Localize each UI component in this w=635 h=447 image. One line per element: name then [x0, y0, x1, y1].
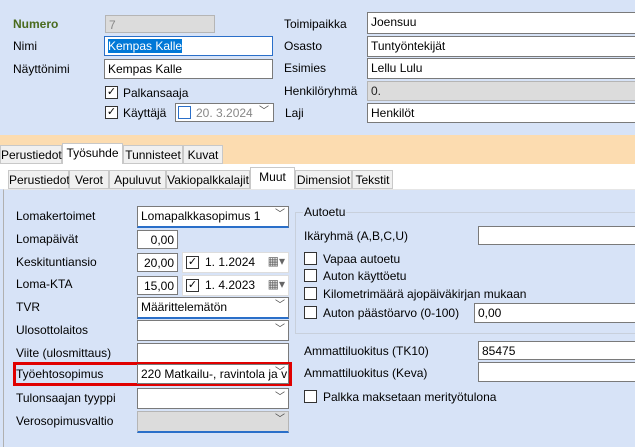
ulosottolaitos-select[interactable]: ﹀	[137, 320, 289, 341]
auton-kayttoetu-label: Auton käyttöetu	[323, 269, 407, 283]
nayttonimi-label: Näyttönimi	[13, 62, 70, 76]
subtab-verot[interactable]: Verot	[69, 170, 109, 189]
kilometrimaara-checkbox[interactable]	[304, 287, 317, 300]
keskituntiansio-field[interactable]: 20,00	[137, 253, 178, 272]
tab-tunnisteet[interactable]: Tunnisteet	[123, 145, 183, 164]
tyoehtosopimus-label: Työehtosopimus	[16, 367, 104, 381]
palkansaaja-label: Palkansaaja	[123, 86, 189, 100]
ulosottolaitos-label: Ulosottolaitos	[16, 323, 89, 337]
chevron-down-icon: ﹀	[275, 324, 285, 335]
merityotulo-label: Palkka maksetaan merityötulona	[323, 390, 497, 404]
keskituntiansio-date: 1. 1.2024	[205, 255, 256, 269]
lomakertoimet-select[interactable]: Lomapalkkasopimus 1 ﹀	[137, 206, 289, 228]
osasto-field[interactable]: Tuntyöntekijät	[367, 36, 635, 57]
subtab-muut[interactable]: Muut	[250, 167, 295, 189]
tulonsaajan-label: Tulonsaajan tyyppi	[16, 391, 116, 405]
autoetu-title: Autoetu	[303, 205, 347, 219]
tk10-field[interactable]: 85475	[478, 341, 635, 360]
lomakta-field[interactable]: 15,00	[137, 276, 178, 295]
keskituntiansio-date-picker[interactable]: ✓ 1. 1.2024 ▦▾	[182, 252, 289, 273]
kayttaja-checkbox[interactable]: ✓	[105, 106, 118, 119]
lomakta-date-checkbox[interactable]: ✓	[186, 279, 199, 292]
merityotulo-checkbox[interactable]	[304, 390, 317, 403]
subtab-dimensiot[interactable]: Dimensiot	[295, 170, 352, 189]
paastoarvo-field[interactable]: 0,00	[474, 303, 635, 323]
tvr-value: Määrittelemätön	[141, 300, 228, 314]
verosopimusvaltio-select: ﹀	[137, 411, 289, 433]
date-enable-checkbox[interactable]	[178, 106, 191, 119]
tvr-select[interactable]: Määrittelemätön ﹀	[137, 297, 289, 319]
lomakertoimet-label: Lomakertoimet	[16, 209, 96, 223]
numero-label: Numero	[13, 17, 59, 31]
chevron-down-icon: ﹀	[275, 300, 285, 311]
keva-label: Ammattiluokitus (Keva)	[304, 366, 428, 380]
tab-tyosuhde[interactable]: Työsuhde	[62, 143, 123, 164]
tulonsaajan-select[interactable]: ﹀	[137, 388, 289, 409]
esimies-field[interactable]: Lellu Lulu	[367, 58, 635, 79]
chevron-down-icon: ﹀	[275, 367, 285, 378]
osasto-label: Osasto	[284, 39, 323, 53]
vapaa-autoetu-checkbox[interactable]	[304, 252, 317, 265]
laji-label: Laji	[285, 106, 304, 120]
lomakertoimet-value: Lomapalkkasopimus 1	[141, 209, 261, 223]
palkansaaja-checkbox[interactable]: ✓	[105, 86, 118, 99]
kayttaja-date-picker[interactable]: 20. 3.2024 ﹀	[175, 103, 274, 122]
chevron-down-icon: ﹀	[259, 106, 269, 117]
toimipaikka-label: Toimipaikka	[284, 17, 347, 31]
tab-perustiedot[interactable]: Perustiedot	[0, 145, 62, 164]
verosopimusvaltio-label: Verosopimusvaltio	[16, 414, 114, 428]
kilometrimaara-label: Kilometrimäärä ajopäiväkirjan mukaan	[323, 287, 527, 301]
chevron-down-icon: ﹀	[275, 414, 285, 425]
subtab-apuluvut[interactable]: Apuluvut	[109, 170, 166, 189]
ikaryhma-field[interactable]	[478, 226, 635, 245]
viite-field[interactable]	[137, 343, 289, 364]
tk10-label: Ammattiluokitus (TK10)	[304, 344, 429, 358]
keskituntiansio-date-checkbox[interactable]: ✓	[186, 256, 199, 269]
auton-kayttoetu-checkbox[interactable]	[304, 269, 317, 282]
numero-field: 7	[105, 15, 215, 33]
henkiloryhma-label: Henkilöryhmä	[284, 84, 358, 98]
kayttaja-label: Käyttäjä	[123, 106, 167, 120]
viite-label: Viite (ulosmittaus)	[16, 346, 112, 360]
henkiloryhma-field: 0.	[367, 81, 635, 101]
lomakta-date: 1. 4.2023	[205, 278, 256, 292]
calendar-icon[interactable]: ▦▾	[268, 253, 285, 269]
tyoehtosopimus-select[interactable]: 220 Matkailu-, ravintola ja v ﹀	[137, 364, 289, 384]
calendar-icon[interactable]: ▦▾	[268, 276, 285, 292]
chevron-down-icon: ﹀	[275, 209, 285, 220]
lomapaivat-field[interactable]: 0,00	[137, 230, 178, 249]
vapaa-autoetu-label: Vapaa autoetu	[323, 252, 401, 266]
subtab-vakiopalkkalajit[interactable]: Vakiopalkkalajit	[166, 170, 250, 189]
toimipaikka-field[interactable]: Joensuu	[367, 12, 635, 34]
tab-kuvat[interactable]: Kuvat	[183, 145, 223, 164]
nayttonimi-field[interactable]: Kempas Kalle	[104, 59, 273, 79]
nimi-label: Nimi	[13, 39, 37, 53]
tvr-label: TVR	[16, 300, 40, 314]
tyoehtosopimus-value: 220 Matkailu-, ravintola ja v	[141, 367, 288, 381]
chevron-down-icon: ﹀	[275, 392, 285, 403]
paastoarvo-checkbox[interactable]	[304, 306, 317, 319]
subtab-tekstit[interactable]: Tekstit	[352, 170, 393, 189]
kayttaja-date: 20. 3.2024	[196, 106, 253, 120]
subtab-perustiedot[interactable]: Perustiedot	[8, 170, 70, 189]
lomapaivat-label: Lomapäivät	[16, 232, 79, 246]
esimies-label: Esimies	[284, 61, 327, 75]
ikaryhma-label: Ikäryhmä (A,B,C,U)	[304, 229, 409, 243]
nimi-field[interactable]: Kempas Kalle	[104, 36, 273, 56]
lomakta-date-picker[interactable]: ✓ 1. 4.2023 ▦▾	[182, 275, 289, 296]
nimi-value: Kempas Kalle	[108, 39, 183, 53]
keva-field[interactable]	[478, 362, 635, 382]
laji-field[interactable]: Henkilöt	[367, 103, 635, 123]
paastoarvo-label: Auton päästöarvo (0-100)	[323, 306, 460, 320]
keskituntiansio-label: Keskituntiansio	[16, 255, 97, 269]
lomakta-label: Loma-KTA	[16, 277, 73, 291]
